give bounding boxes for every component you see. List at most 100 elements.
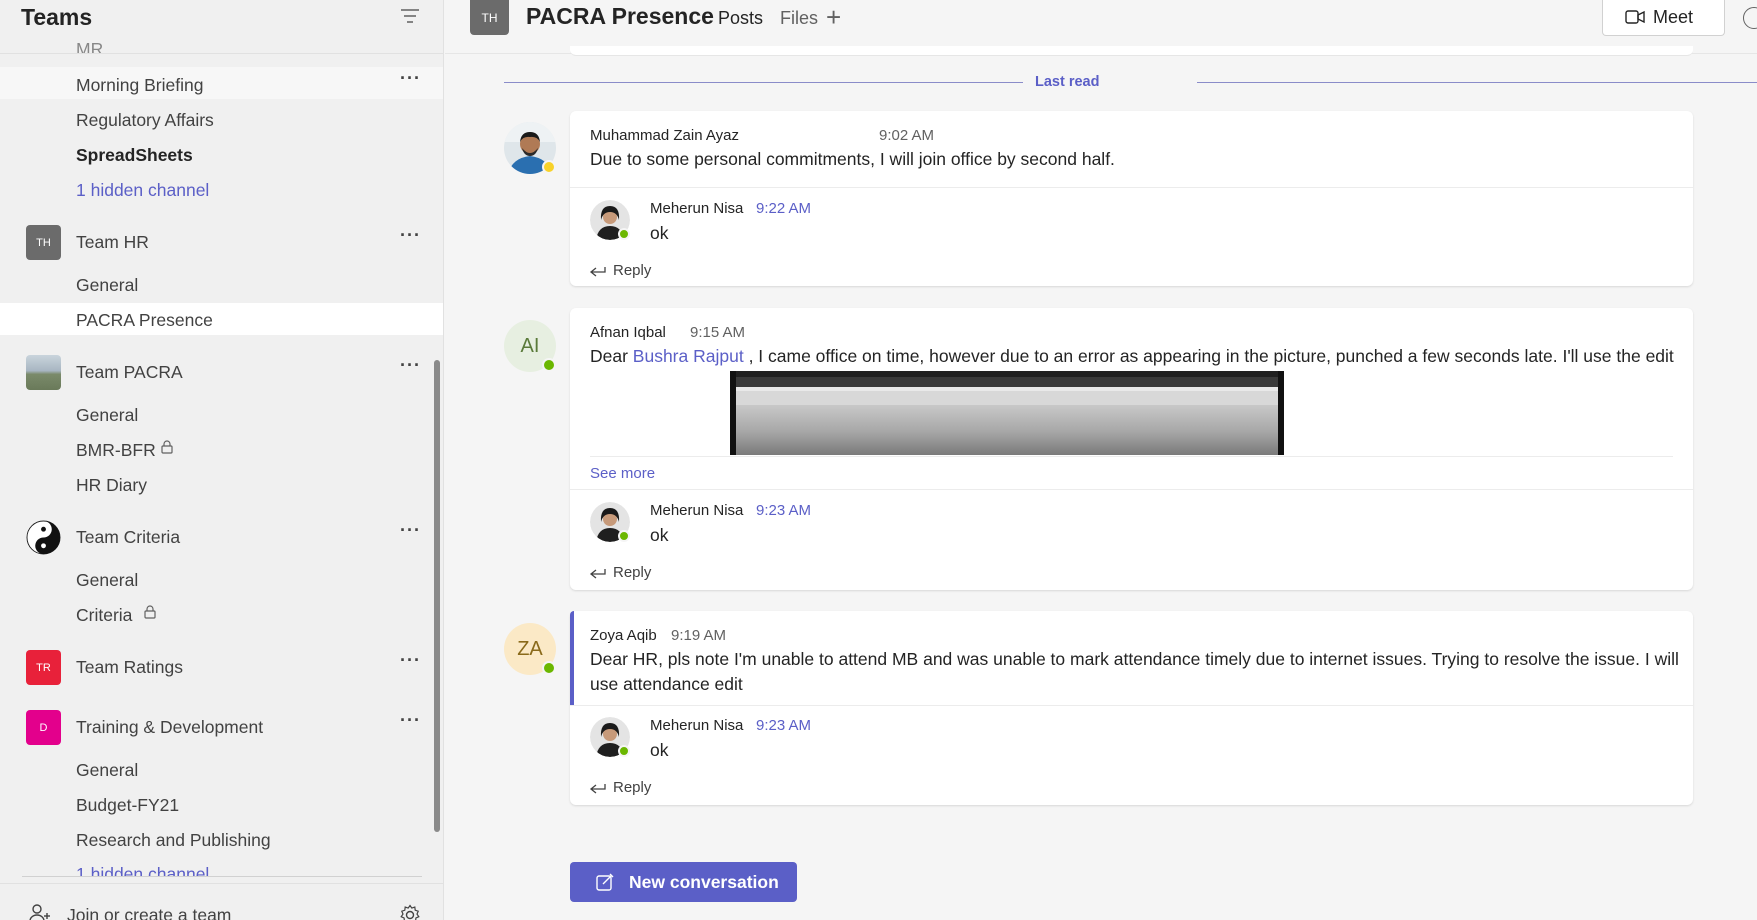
reply-time: 9:23 AM bbox=[756, 502, 812, 519]
reply-author[interactable]: Meherun Nisa bbox=[650, 502, 743, 519]
team-avatar-ratings: TR bbox=[26, 650, 61, 685]
attached-screenshot-image[interactable] bbox=[730, 371, 1284, 455]
presence-available-icon bbox=[618, 228, 630, 240]
message-time: 9:02 AM bbox=[879, 127, 935, 144]
sidebar-channel-criteria[interactable]: Criteria bbox=[76, 605, 132, 626]
lock-icon bbox=[161, 440, 173, 454]
message-card: Muhammad Zain Ayaz 9:02 AM Due to some p… bbox=[570, 111, 1693, 286]
reply-button[interactable]: Reply bbox=[589, 779, 651, 796]
reply-label: Reply bbox=[613, 564, 652, 581]
compose-icon bbox=[596, 873, 614, 891]
presence-available-icon bbox=[542, 661, 556, 675]
new-conversation-button[interactable]: New conversation bbox=[570, 862, 797, 902]
reply-author[interactable]: Meherun Nisa bbox=[650, 200, 743, 217]
more-options-icon[interactable]: ··· bbox=[400, 650, 421, 671]
previous-message-card bbox=[570, 46, 1693, 56]
sidebar-channel-research-publishing[interactable]: Research and Publishing bbox=[76, 830, 271, 851]
channel-label: PACRA Presence bbox=[76, 310, 213, 330]
teams-sidebar: Teams MR Morning Briefing ··· Regulatory… bbox=[0, 0, 444, 920]
sidebar-channel-hr-diary[interactable]: HR Diary bbox=[76, 475, 147, 496]
sidebar-team-criteria[interactable]: Team Criteria bbox=[76, 527, 180, 548]
last-read-label: Last read bbox=[1035, 74, 1100, 90]
tab-files[interactable]: Files bbox=[780, 8, 818, 29]
sidebar-channel-bmr-bfr[interactable]: BMR-BFR bbox=[76, 440, 156, 461]
meet-label: Meet bbox=[1653, 7, 1694, 27]
reply-text: ok bbox=[650, 740, 669, 760]
reply-arrow-icon bbox=[589, 569, 606, 579]
sidebar-scrollbar[interactable] bbox=[434, 360, 440, 832]
sidebar-channel-budget-fy21[interactable]: Budget-FY21 bbox=[76, 795, 179, 816]
reply-label: Reply bbox=[613, 779, 652, 796]
avatar[interactable]: ZA bbox=[504, 623, 556, 675]
reply-label: Reply bbox=[613, 262, 652, 279]
sidebar-channel-morning-briefing[interactable]: Morning Briefing ··· bbox=[0, 67, 443, 99]
team-avatar-training: D bbox=[26, 710, 61, 745]
message-time: 9:19 AM bbox=[671, 627, 727, 644]
more-options-icon[interactable]: ··· bbox=[400, 225, 421, 246]
team-avatar-pacra bbox=[26, 355, 61, 390]
lock-icon bbox=[144, 605, 156, 619]
reply-button[interactable]: Reply bbox=[589, 262, 651, 279]
message-text: Due to some personal commitments, I will… bbox=[590, 149, 1115, 169]
more-options-icon[interactable]: ··· bbox=[400, 68, 421, 89]
see-more-link[interactable]: See more bbox=[590, 465, 655, 482]
presence-available-icon bbox=[542, 358, 556, 372]
video-camera-icon bbox=[1625, 10, 1645, 24]
sidebar-channel-general[interactable]: General bbox=[76, 570, 138, 591]
sidebar-team-training-development[interactable]: Training & Development bbox=[76, 717, 263, 738]
join-create-team-button[interactable]: Join or create a team bbox=[0, 883, 443, 920]
last-read-divider bbox=[1197, 82, 1757, 83]
sidebar-channel-general[interactable]: General bbox=[76, 275, 138, 296]
meet-button[interactable]: Meet bbox=[1602, 0, 1725, 36]
sidebar-team-pacra[interactable]: Team PACRA bbox=[76, 362, 183, 383]
reply-text: ok bbox=[650, 525, 669, 545]
message-text: Dear HR, pls note I'm unable to attend M… bbox=[590, 649, 1679, 669]
message-card: Afnan Iqbal 9:15 AM Dear Bushra Rajput ,… bbox=[570, 308, 1693, 590]
reply-button[interactable]: Reply bbox=[589, 564, 651, 581]
message-author[interactable]: Muhammad Zain Ayaz bbox=[590, 127, 739, 144]
sidebar-team-ratings[interactable]: Team Ratings bbox=[76, 657, 183, 678]
divider bbox=[590, 456, 1673, 457]
sidebar-channel-partial[interactable]: MR bbox=[76, 39, 103, 53]
more-options-icon[interactable]: ··· bbox=[400, 355, 421, 376]
message-author[interactable]: Afnan Iqbal bbox=[590, 324, 666, 341]
more-options-icon[interactable]: ··· bbox=[400, 520, 421, 541]
sidebar-channel-general[interactable]: General bbox=[76, 760, 138, 781]
presence-available-icon bbox=[618, 530, 630, 542]
filter-icon[interactable] bbox=[400, 8, 420, 24]
tab-posts[interactable]: Posts bbox=[718, 8, 763, 29]
avatar[interactable]: AI bbox=[504, 320, 556, 372]
join-create-team-label: Join or create a team bbox=[67, 905, 232, 920]
add-tab-icon[interactable]: + bbox=[826, 2, 841, 33]
sidebar-channel-spreadsheets[interactable]: SpreadSheets bbox=[76, 145, 193, 166]
new-conversation-label: New conversation bbox=[629, 872, 779, 892]
message-author[interactable]: Zoya Aqib bbox=[590, 627, 657, 644]
reply-author[interactable]: Meherun Nisa bbox=[650, 717, 743, 734]
add-people-icon bbox=[29, 904, 50, 920]
message-card: Zoya Aqib 9:19 AM Dear HR, pls note I'm … bbox=[570, 611, 1693, 805]
avatar[interactable] bbox=[504, 122, 556, 174]
team-avatar-hr: TH bbox=[26, 225, 61, 260]
sidebar-channel-general[interactable]: General bbox=[76, 405, 138, 426]
message-text-continued: use attendance edit bbox=[590, 674, 743, 694]
sidebar-header: Teams bbox=[0, 0, 443, 54]
sidebar-hidden-channels-link[interactable]: 1 hidden channel bbox=[76, 864, 209, 876]
reply-text: ok bbox=[650, 223, 669, 243]
last-read-divider bbox=[504, 82, 1023, 83]
channel-avatar: TH bbox=[470, 0, 509, 35]
sidebar-team-hr[interactable]: Team HR bbox=[76, 232, 149, 253]
yin-yang-icon bbox=[26, 520, 61, 555]
gear-icon[interactable] bbox=[399, 904, 421, 920]
reply-arrow-icon bbox=[589, 267, 606, 277]
divider bbox=[22, 876, 422, 877]
more-options-icon[interactable]: ··· bbox=[400, 710, 421, 731]
presence-available-icon bbox=[618, 745, 630, 757]
reply-time: 9:22 AM bbox=[756, 200, 812, 217]
mention-link[interactable]: Bushra Rajput bbox=[633, 346, 744, 366]
sidebar-channel-pacra-presence[interactable]: PACRA Presence bbox=[0, 303, 443, 335]
message-time: 9:15 AM bbox=[690, 324, 746, 341]
sidebar-hidden-channels-link[interactable]: 1 hidden channel bbox=[76, 180, 209, 201]
sidebar-channel-regulatory-affairs[interactable]: Regulatory Affairs bbox=[76, 110, 214, 131]
info-icon[interactable] bbox=[1743, 7, 1757, 29]
reply-time: 9:23 AM bbox=[756, 717, 812, 734]
